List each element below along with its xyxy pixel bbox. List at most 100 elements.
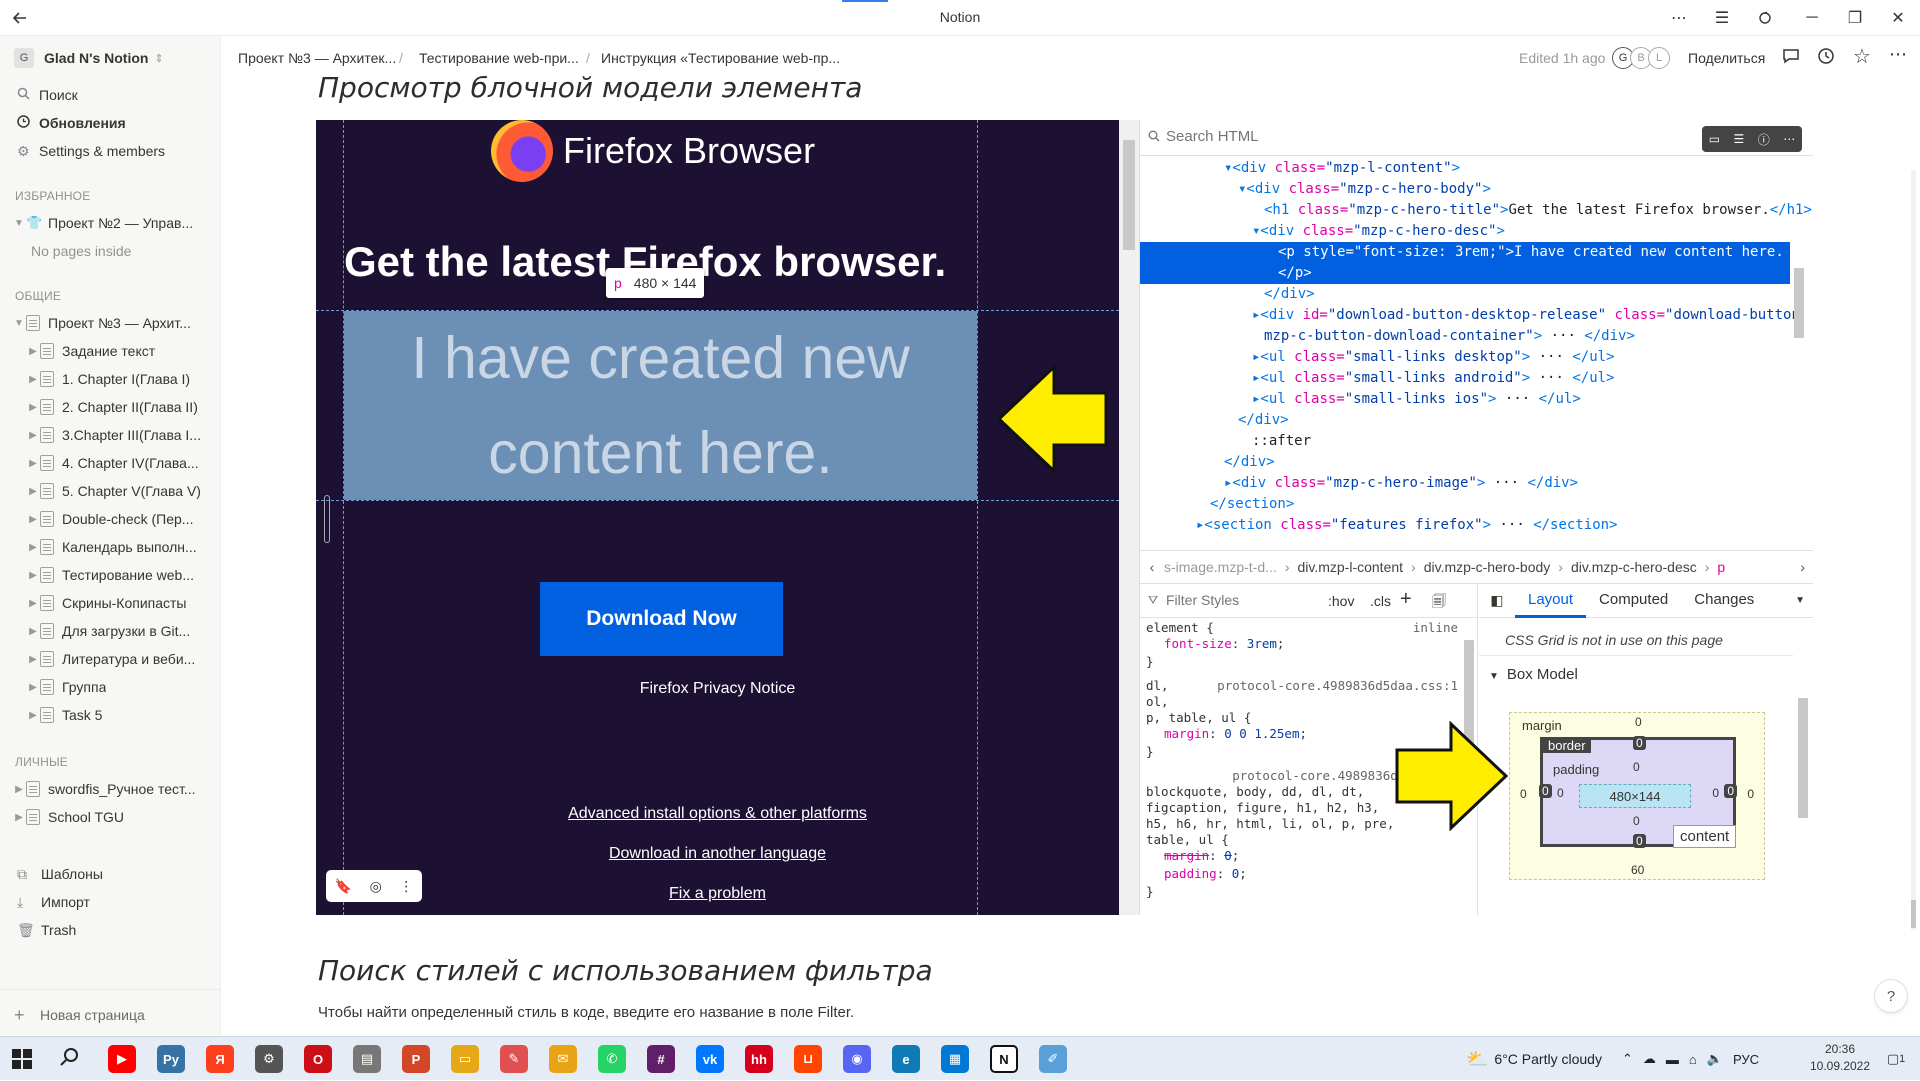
sidebar-item-subpage[interactable]: ▶ 4. Chapter IV(Глава... (0, 450, 221, 476)
sidebar-item-subpage[interactable]: ▶ Тестирование web... (0, 562, 221, 588)
help-button[interactable]: ? (1875, 980, 1907, 1012)
hov-toggle[interactable]: :hov (1328, 593, 1354, 609)
bookmark-icon[interactable]: 🔖 (335, 878, 352, 895)
drive-icon[interactable]: ▬ (1666, 1052, 1679, 1067)
dom-node[interactable]: </section> (1140, 494, 1790, 515)
chevron-right-icon[interactable]: › (1800, 559, 1805, 575)
notepad-icon[interactable]: ✐ (1039, 1045, 1067, 1073)
link[interactable]: Advanced install options & other platfor… (316, 805, 1119, 823)
dom-node[interactable]: ▸<ul class="small-links ios"> ··· </ul> (1140, 389, 1790, 410)
dom-node[interactable]: ▾<div class="mzp-c-hero-desc"> (1140, 221, 1790, 242)
dom-node[interactable]: ::after (1140, 431, 1790, 452)
clock[interactable]: 20:36 10.09.2022 (1800, 1041, 1880, 1075)
filter-styles-input[interactable] (1166, 592, 1296, 608)
dom-node[interactable]: mzp-c-button-download-container"> ··· </… (1140, 326, 1790, 347)
sidebar-item-subpage[interactable]: ▶ Календарь выполн... (0, 534, 221, 560)
explorer-icon[interactable]: ▭ (451, 1045, 479, 1073)
print-icon[interactable]: 🗐 (1432, 591, 1446, 615)
dom-node[interactable]: ▸<div id="download-button-desktop-releas… (1140, 305, 1800, 326)
dom-node[interactable]: ▾<div class="mzp-c-hero-body"> (1140, 179, 1790, 200)
layout-icon[interactable]: ☰ (1734, 132, 1745, 146)
notifications-button[interactable]: ▢ 1 (1880, 1045, 1912, 1073)
node-breadcrumb[interactable]: div.mzp-c-hero-desc (1571, 559, 1697, 575)
edge-icon[interactable]: e (892, 1045, 920, 1073)
python-icon[interactable]: Py (157, 1045, 185, 1073)
photos-icon[interactable]: ▦ (941, 1045, 969, 1073)
sidebar-item-templates[interactable]: ⧉ Шаблоны (0, 861, 221, 887)
close-icon[interactable]: ✕ (1886, 6, 1910, 30)
breadcrumb-item[interactable]: Тестирование web-при... (419, 50, 579, 66)
youtube-icon[interactable]: ▶ (108, 1045, 136, 1073)
tab-layout[interactable]: Layout (1515, 584, 1587, 618)
rule-source[interactable]: inline (1413, 620, 1458, 636)
slack-icon[interactable]: # (647, 1045, 675, 1073)
opera-icon[interactable]: O (304, 1045, 332, 1073)
chevron-down-icon[interactable]: ▼ (1795, 595, 1805, 606)
node-breadcrumb[interactable]: div.mzp-c-hero-body (1424, 559, 1551, 575)
cloud-icon[interactable]: ☁ (1643, 1051, 1656, 1067)
minimize-icon[interactable]: ─ (1800, 6, 1824, 30)
more-icon[interactable]: ⋯ (1783, 132, 1795, 146)
sidebar-item-subpage[interactable]: ▶ Группа (0, 674, 221, 700)
download-now-button[interactable]: Download Now (540, 582, 783, 656)
info-icon[interactable]: ⓘ (1758, 131, 1770, 148)
network-icon[interactable]: ⌂ (1689, 1052, 1697, 1067)
sidebar-item-subpage[interactable]: ▶ Задание текст (0, 338, 221, 364)
dom-node[interactable]: ▸<div class="mzp-c-hero-image"> ··· </di… (1140, 473, 1790, 494)
history-icon[interactable] (1817, 47, 1835, 70)
dom-node[interactable]: </div> (1140, 410, 1790, 431)
sidebar-item-private[interactable]: ▶ swordfis_Ручное тест... (0, 776, 221, 802)
share-button[interactable]: Поделиться (1688, 50, 1765, 66)
property-value[interactable]: 0 0 1.25em (1224, 726, 1299, 741)
notion-icon[interactable]: N (990, 1045, 1018, 1073)
sidebar-item-subpage[interactable]: ▶ Для загрузки в Git... (0, 618, 221, 644)
whatsapp-icon[interactable]: ✆ (598, 1045, 626, 1073)
link[interactable]: Fix a problem (316, 885, 1119, 903)
windows-start-icon[interactable] (12, 1049, 32, 1074)
dom-node[interactable]: ▸<ul class="small-links desktop"> ··· </… (1140, 347, 1790, 368)
folder-icon[interactable]: ▤ (353, 1045, 381, 1073)
property-value[interactable]: 0 (1232, 866, 1240, 881)
rule-source[interactable]: protocol-core.4989836d5daa.css:1 (1217, 678, 1458, 694)
hh-icon[interactable]: hh (745, 1045, 773, 1073)
sidebar-item-subpage[interactable]: ▶ Double-check (Пер... (0, 506, 221, 532)
property-name[interactable]: margin (1164, 848, 1209, 863)
sidebar-item-subpage[interactable]: ▶ Скрины-Копипасты (0, 590, 221, 616)
dom-node[interactable]: <p style="font-size: 3rem;">I have creat… (1140, 242, 1790, 263)
sidebar-item-subpage[interactable]: ▶ 2. Chapter II(Глава II) (0, 394, 221, 420)
restore-icon[interactable]: ❐ (1843, 6, 1867, 30)
toggle-pane-icon[interactable]: ◧ (1479, 592, 1515, 609)
add-rule-icon[interactable]: + (1400, 588, 1412, 611)
new-page-button[interactable]: + Новая страница (0, 1002, 221, 1028)
layout-scrollbar[interactable] (1795, 620, 1811, 912)
volume-icon[interactable]: 🔈 (1707, 1051, 1723, 1067)
box-model-toggle[interactable]: ▼ Box Model (1479, 656, 1793, 690)
property-name[interactable]: font-size (1164, 636, 1232, 651)
link[interactable]: Download in another language (316, 845, 1119, 863)
dom-node[interactable]: </p> (1140, 263, 1790, 284)
store-icon[interactable]: ⊔ (794, 1045, 822, 1073)
more-options-icon[interactable]: ⋯ (1889, 44, 1907, 65)
sidebar-item-subpage[interactable]: ▶ 3.Chapter III(Глава I... (0, 422, 221, 448)
property-name[interactable]: margin (1164, 726, 1209, 741)
more-vertical-icon[interactable]: ⋮ (399, 878, 413, 895)
sidebar-item-import[interactable]: ⤓ Импорт (0, 889, 221, 915)
dom-node[interactable]: ▸<ul class="small-links android"> ··· </… (1140, 368, 1790, 389)
chevron-up-icon[interactable]: ⌃ (1622, 1051, 1633, 1067)
weather-widget[interactable]: ⛅ 6°C Partly cloudy (1466, 1037, 1602, 1081)
property-name[interactable]: padding (1164, 866, 1217, 881)
star-icon[interactable]: ☆ (1853, 44, 1871, 69)
sidebar-item-private[interactable]: ▶ School TGU (0, 804, 221, 830)
avatar-group[interactable]: G B L (1612, 47, 1670, 69)
node-breadcrumb[interactable]: s-image.mzp-t-d... (1164, 559, 1277, 575)
paint-icon[interactable]: ✎ (500, 1045, 528, 1073)
tab-changes[interactable]: Changes (1681, 584, 1767, 618)
language-indicator[interactable]: РУС (1733, 1052, 1759, 1067)
comment-icon[interactable]: ▭ (1709, 132, 1720, 146)
breadcrumb-item[interactable]: Инструкция «Тестирование web-пр... (601, 50, 840, 66)
sidebar-item-project3[interactable]: ▼ Проект №3 — Архит... (0, 310, 221, 336)
property-value[interactable]: 0 (1224, 848, 1232, 863)
property-value[interactable]: 3rem (1247, 636, 1277, 651)
sidebar-item-subpage[interactable]: ▶ 1. Chapter I(Глава I) (0, 366, 221, 392)
vk-icon[interactable]: vk (696, 1045, 724, 1073)
